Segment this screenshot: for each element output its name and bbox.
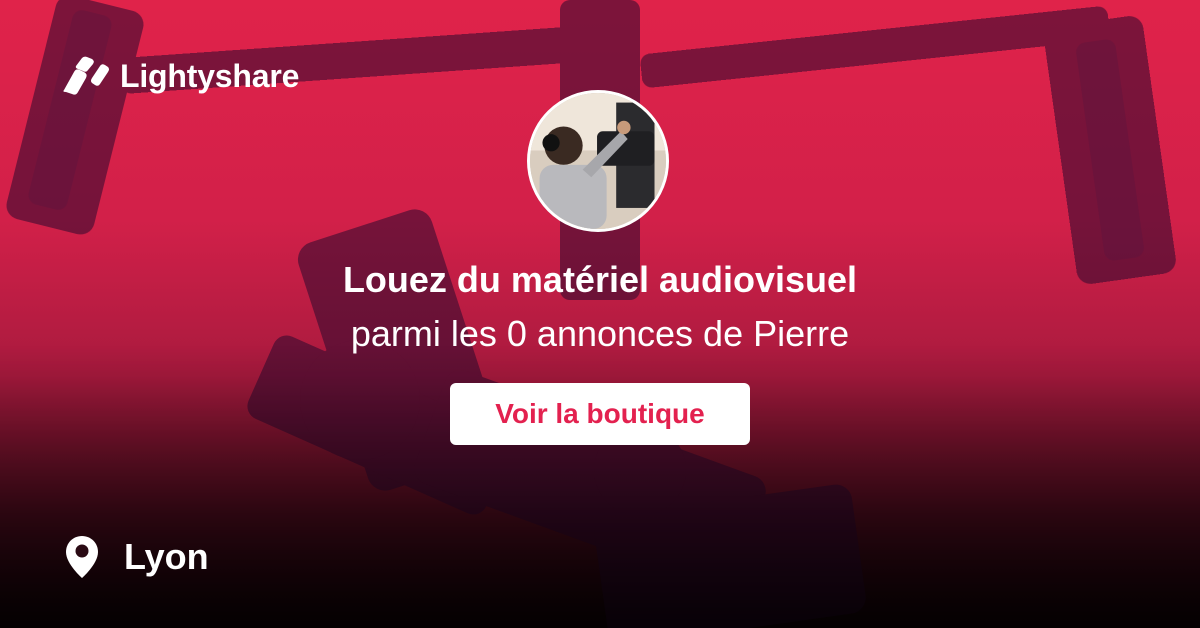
brand-logo[interactable]: Lightyshare	[62, 56, 299, 96]
lightyshare-logo-icon	[63, 56, 109, 95]
share-card: Lightyshare Louez du matériel audiovisue…	[0, 0, 1200, 628]
avatar-photo	[530, 93, 666, 229]
brand-name: Lightyshare	[120, 57, 300, 94]
view-shop-button[interactable]: Voir la boutique	[450, 383, 750, 445]
map-pin-icon	[66, 536, 98, 578]
profile-avatar[interactable]	[527, 90, 669, 232]
subheadline: parmi les 0 annonces de Pierre	[350, 313, 850, 354]
headline: Louez du matériel audiovisuel	[342, 259, 858, 300]
location-city: Lyon	[124, 536, 209, 577]
location: Lyon	[64, 534, 209, 580]
